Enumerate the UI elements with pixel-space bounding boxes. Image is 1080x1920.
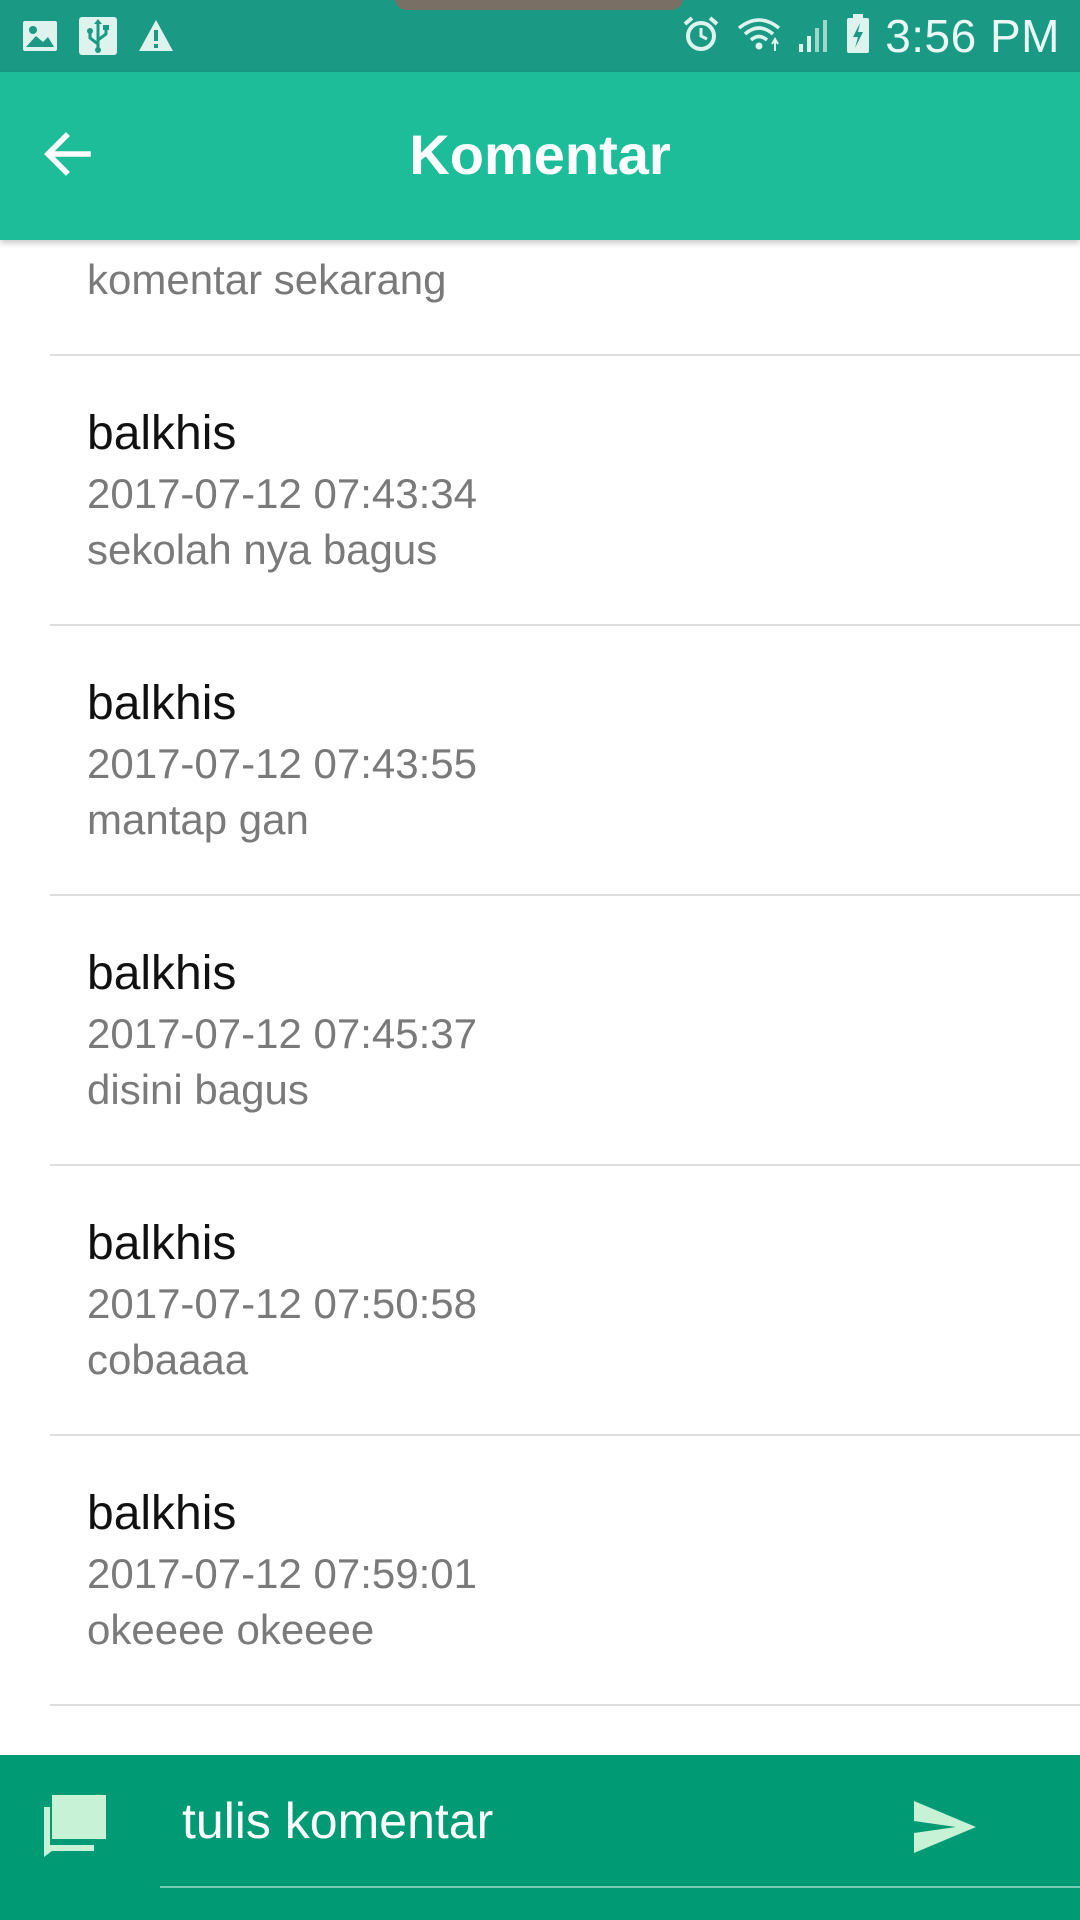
- comment-author: balkhis: [87, 1487, 237, 1540]
- usb-icon: [76, 14, 120, 62]
- image-icon: [20, 16, 60, 60]
- comment-list[interactable]: komentar sekarang balkhis 2017-07-12 07:…: [0, 240, 1080, 1755]
- wifi-icon: [735, 14, 783, 58]
- comment-timestamp: 2017-07-12 07:50:58: [87, 1280, 477, 1327]
- comment-message: komentar sekarang: [87, 256, 447, 303]
- status-time: 3:56 PM: [885, 10, 1060, 62]
- notification-handle: [395, 0, 683, 10]
- comment-message: okeeee okeeee: [87, 1606, 375, 1653]
- comment-timestamp: 2017-07-12 07:43:55: [87, 740, 477, 787]
- comment-timestamp: 2017-07-12 07:45:37: [87, 1010, 477, 1057]
- send-button[interactable]: [905, 1789, 985, 1869]
- comment-item[interactable]: balkhis 2017-07-12 07:50:58 cobaaaa: [0, 1166, 1080, 1434]
- comment-icon: [40, 1791, 110, 1861]
- comment-author: balkhis: [87, 407, 237, 460]
- comment-author: balkhis: [87, 1217, 237, 1270]
- warning-icon: [136, 16, 176, 60]
- comment-item-partial[interactable]: komentar sekarang: [0, 240, 1080, 355]
- comment-item[interactable]: balkhis 2017-07-12 07:43:55 mantap gan: [0, 626, 1080, 894]
- signal-icon: [797, 14, 831, 58]
- comment-author: balkhis: [87, 677, 237, 730]
- comment-message: cobaaaa: [87, 1336, 249, 1383]
- comment-message: sekolah nya bagus: [87, 526, 438, 573]
- comment-input[interactable]: [160, 1783, 904, 1859]
- comment-message: mantap gan: [87, 796, 309, 843]
- app-toolbar: Komentar: [0, 72, 1080, 240]
- status-right-icons: 3:56 PM: [681, 10, 1060, 62]
- battery-charging-icon: [845, 13, 871, 59]
- alarm-icon: [681, 14, 721, 58]
- comment-item[interactable]: balkhis 2017-07-12 07:43:34 sekolah nya …: [0, 356, 1080, 624]
- page-title: Komentar: [409, 123, 671, 186]
- comment-message: disini bagus: [87, 1066, 309, 1113]
- comment-item[interactable]: balkhis 2017-07-12 07:45:37 disini bagus: [0, 896, 1080, 1164]
- status-left-icons: [20, 14, 176, 62]
- comments-screen: 3:56 PM Komentar komentar sekarang balkh…: [0, 0, 1080, 1920]
- divider: [50, 1704, 1080, 1706]
- comment-timestamp: 2017-07-12 07:43:34: [87, 470, 477, 517]
- input-underline: [160, 1886, 1080, 1888]
- comment-timestamp: 2017-07-12 07:59:01: [87, 1550, 477, 1597]
- comment-item[interactable]: balkhis 2017-07-12 07:59:01 okeeee okeee…: [0, 1436, 1080, 1704]
- comment-author: balkhis: [87, 947, 237, 1000]
- comment-input-bar: [0, 1755, 1080, 1920]
- send-icon: [912, 1797, 978, 1861]
- status-bar: 3:56 PM: [0, 0, 1080, 72]
